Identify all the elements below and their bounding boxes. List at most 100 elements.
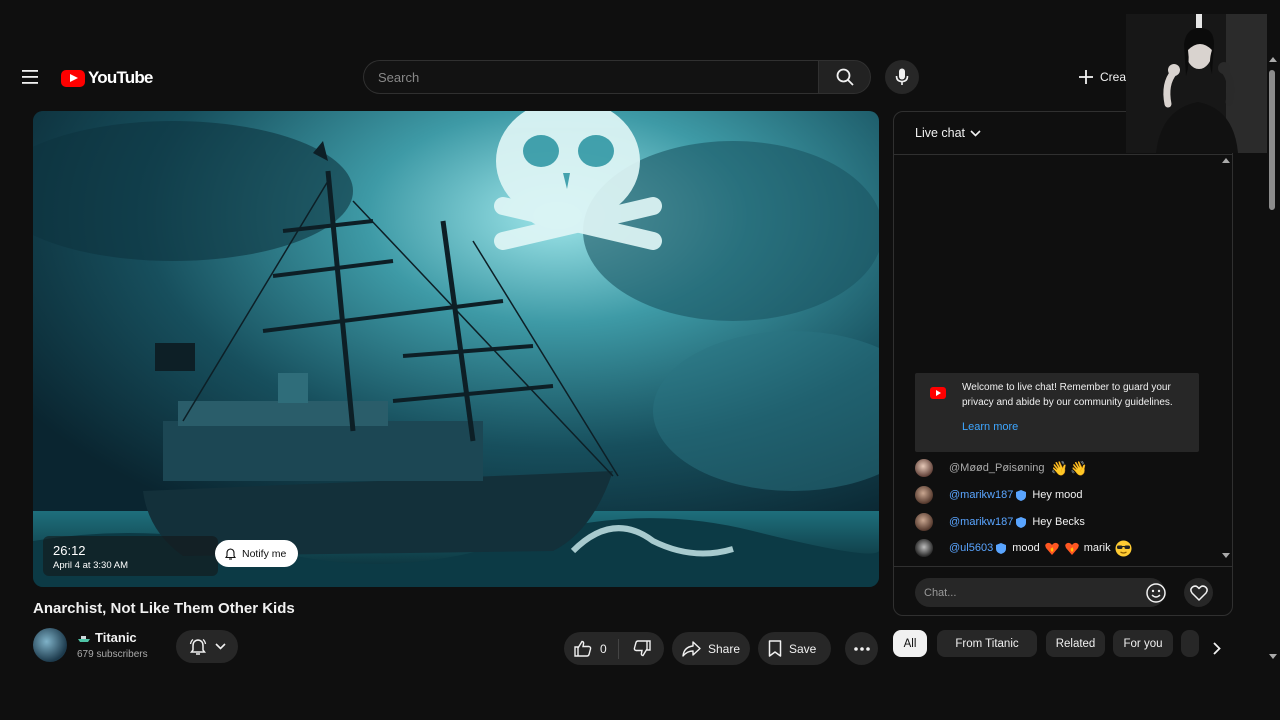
premiere-date: April 4 at 3:30 AM [53,560,128,571]
like-icon [574,640,592,657]
youtube-icon [930,387,946,399]
chip-related[interactable]: Related [1046,630,1105,657]
scrollbar-thumb[interactable] [1269,70,1275,210]
chip-label: From Titanic [955,637,1019,650]
chat-input-box[interactable] [915,578,1165,607]
scroll-up-icon[interactable] [1269,56,1277,62]
chat-text: Hey mood [1032,489,1083,501]
chat-author-name: @ul5603 [949,542,994,554]
chat-scroll-down-icon[interactable] [1222,553,1230,559]
video-player[interactable]: 26:12 April 4 at 3:30 AM Notify me [33,111,879,587]
chat-text-part: marik [1083,542,1111,554]
video-title: Anarchist, Not Like Them Other Kids [33,600,295,617]
welcome-text: Welcome to live chat! Remember to guard … [962,382,1173,408]
fire-heart-emoji-icon [1065,542,1079,555]
avatar[interactable] [915,486,933,504]
channel-name[interactable]: Titanic [77,630,137,645]
chat-emoji: 👋👋 [1050,459,1090,476]
create-button[interactable]: Crea [1078,64,1126,90]
moderator-badge-icon [1016,516,1027,528]
bell-icon [189,638,206,655]
save-label: Save [789,641,817,656]
chip-from-channel[interactable]: From Titanic [937,630,1037,657]
chat-scroll-up-icon[interactable] [1222,157,1230,163]
bell-icon [225,547,236,560]
chat-author[interactable]: @marikw187 [949,516,1027,528]
fire-heart-emoji-icon [1045,542,1059,555]
chat-author[interactable]: @marikw187 [949,489,1027,501]
voice-search-button[interactable] [885,60,919,94]
chip-label: Related [1055,637,1096,650]
chat-input[interactable] [924,586,1124,599]
chat-author[interactable]: @Møød_Pøisøning [949,462,1045,474]
share-button[interactable]: Share [672,632,750,665]
avatar[interactable] [915,539,933,557]
chat-text: mood marik [1012,540,1132,557]
video-thumbnail [33,111,879,587]
chat-author[interactable]: @ul5603 [949,542,1007,554]
share-icon [682,640,701,657]
chat-text-part: mood [1012,542,1040,554]
youtube-logo[interactable]: YouTube [61,66,153,90]
search-input[interactable] [378,69,819,85]
chevron-down-icon [970,129,981,137]
chip-for-you[interactable]: For you [1113,630,1173,657]
plus-icon [1079,70,1093,84]
search-box[interactable] [363,60,819,94]
chip-partial[interactable] [1181,630,1199,657]
overlay-video[interactable] [1126,14,1267,153]
subscriber-count: 679 subscribers [77,649,148,660]
avatar[interactable] [915,459,933,477]
more-icon [853,646,870,651]
chat-author-name: @marikw187 [949,489,1014,501]
create-label: Crea [1100,70,1127,84]
emoji-icon[interactable] [1145,582,1167,604]
channel-avatar[interactable] [33,628,67,662]
like-dislike-group: 0 [564,632,664,665]
person-video-frame [1126,14,1267,153]
welcome-message: Welcome to live chat! Remember to guard … [915,373,1199,452]
heart-icon [1189,584,1208,601]
sunglasses-emoji-icon [1115,540,1132,556]
chat-mode-dropdown[interactable]: Live chat [915,126,981,140]
search-icon [836,68,854,86]
live-chat-panel: Live chat Welcome to live chat! Remember… [893,111,1233,616]
youtube-play-icon [61,69,85,87]
subscription-bell-button[interactable] [176,630,238,663]
moderator-badge-icon [996,542,1007,554]
dislike-icon [633,640,651,657]
save-button[interactable]: Save [758,632,831,665]
chip-all[interactable]: All [893,630,927,657]
scroll-down-icon[interactable] [1269,654,1277,660]
ship-icon [78,635,90,642]
chat-message: @ul5603 mood marik [915,537,1132,559]
notify-me-button[interactable]: Notify me [215,540,299,567]
logo-text: YouTube [88,68,153,87]
share-label: Share [708,641,741,656]
chat-message: @marikw187 Hey Becks [915,511,1085,533]
chat-mode-label: Live chat [915,126,966,140]
learn-more-link[interactable]: Learn more [962,421,1018,433]
search-button[interactable] [818,60,871,94]
dislike-button[interactable] [619,632,664,665]
chat-input-area [894,566,1232,615]
chevron-down-icon [214,643,226,650]
chat-message: @marikw187 Hey mood [915,484,1083,506]
channel-name-label: Titanic [95,630,137,645]
chat-author-name: @marikw187 [949,516,1014,528]
page-scrollbar[interactable] [1268,56,1278,666]
chips-next-button[interactable] [1204,636,1230,660]
more-actions-button[interactable] [845,632,878,665]
menu-icon [22,70,38,84]
chat-text: 👋👋 [1051,460,1090,477]
menu-button[interactable] [18,64,44,90]
like-count: 0 [600,641,607,656]
chip-label: For you [1123,637,1163,650]
save-icon [768,640,782,657]
chevron-right-icon [1213,641,1221,655]
heart-reaction-button[interactable] [1184,578,1213,607]
premiere-info: 26:12 April 4 at 3:30 AM [43,536,218,576]
notify-label: Notify me [242,547,287,560]
like-button[interactable]: 0 [564,632,618,665]
avatar[interactable] [915,513,933,531]
